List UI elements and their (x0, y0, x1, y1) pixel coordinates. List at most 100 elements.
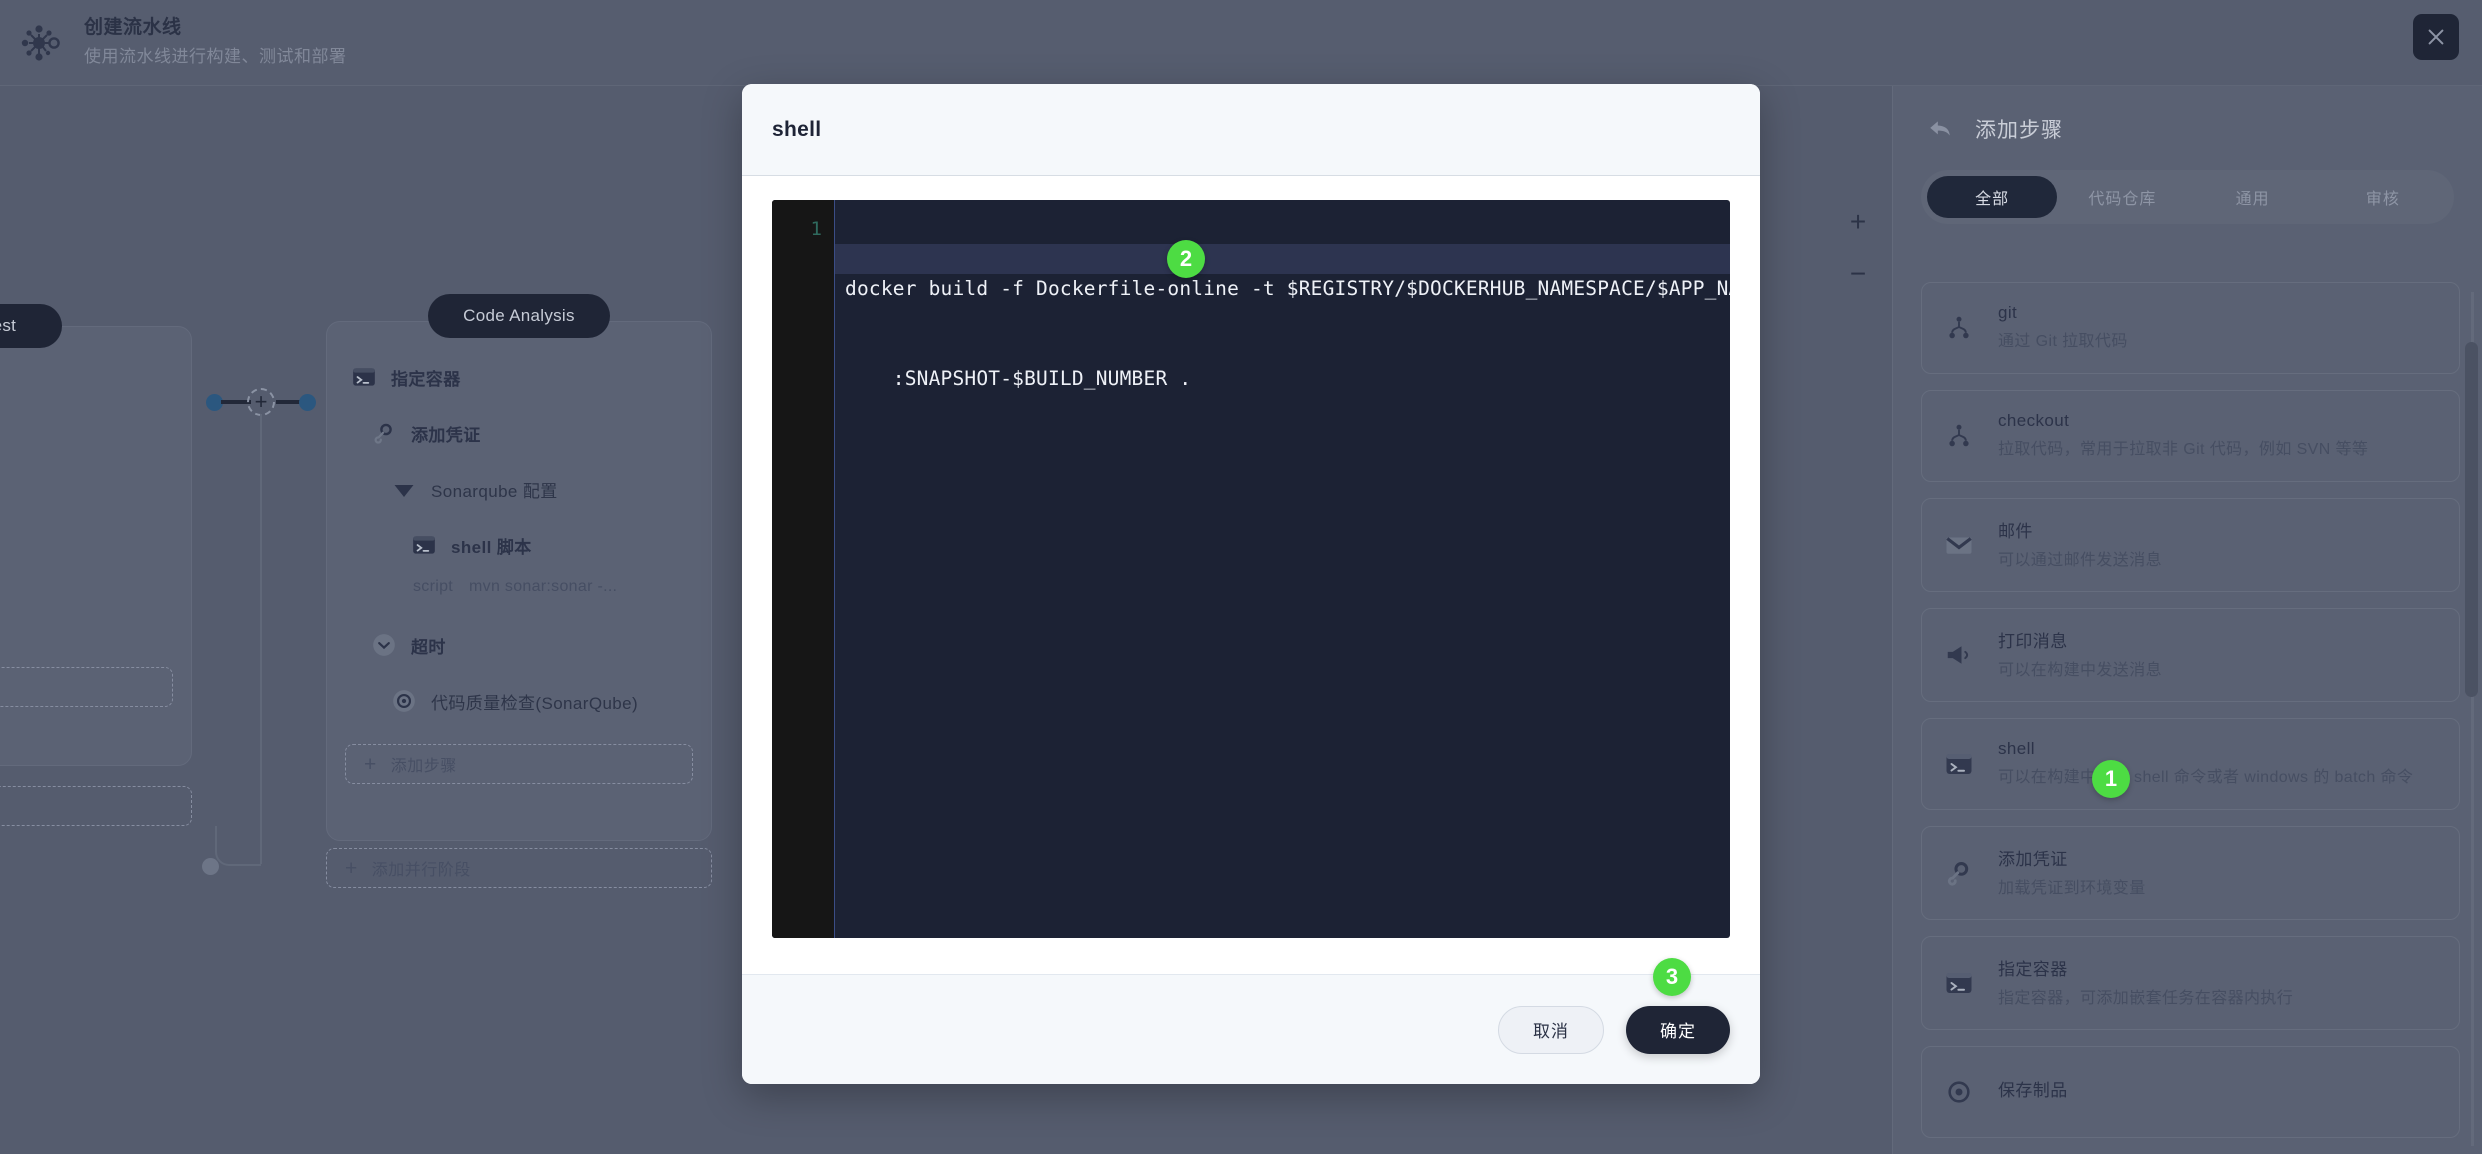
back-arrow-icon[interactable] (1927, 116, 1953, 142)
stage-script-row: script mvn sonar:sonar -... (413, 578, 693, 596)
sidebar-item-name: 保存制品 (1998, 1081, 2068, 1100)
sidebar-item-checkout[interactable]: checkout 拉取代码，常用于拉取非 Git 代码，例如 SVN 等等 (1921, 390, 2460, 482)
editor-active-line-highlight (835, 244, 1730, 274)
stage-step-label: Sonarqube 配置 (431, 481, 558, 501)
editor-code-area[interactable]: docker build -f Dockerfile-online -t $RE… (834, 200, 1730, 938)
step-badge-3: 3 (1653, 958, 1691, 996)
stage-card-test: -o -gs `pwd`/... + 添加步骤 (0, 326, 192, 766)
code-line-2: :SNAPSHOT-$BUILD_NUMBER . (845, 367, 1192, 390)
editor-gutter: 1 (772, 200, 834, 938)
tab-all[interactable]: 全部 (1927, 176, 2058, 218)
tab-general[interactable]: 通用 (2188, 176, 2318, 218)
connector-add-icon[interactable]: + (247, 388, 275, 416)
code-line-1: docker build -f Dockerfile-online -t $RE… (845, 277, 1730, 300)
sidebar-scrollbar-thumb[interactable] (2465, 342, 2478, 697)
stage-test-inner: -o -gs `pwd`/... + 添加步骤 (0, 367, 173, 747)
pipeline-node-icon (21, 24, 60, 61)
sidebar-item-name-wrap: shell (1998, 739, 2439, 759)
stage-step-container[interactable]: 指定容器 (349, 362, 693, 392)
stage-step-credential[interactable]: 添加凭证 (369, 418, 693, 448)
sidebar-item-shell[interactable]: shell 可以在构建中执行 shell 命令或者 windows 的 batc… (1921, 718, 2460, 810)
tab-repository[interactable]: 代码仓库 (2057, 176, 2187, 218)
sidebar-item-text: 指定容器 指定容器，可添加嵌套任务在容器内执行 (1998, 955, 2439, 1011)
add-parallel-stage-label: 添加并行阶段 (371, 862, 471, 879)
editor-code-content: docker build -f Dockerfile-online -t $RE… (835, 200, 1730, 454)
terminal-icon (1942, 966, 1976, 1000)
sidebar-item-name-wrap: 添加凭证 (1998, 845, 2439, 870)
add-parallel-stage-test[interactable] (0, 786, 192, 826)
stage-pill-test[interactable]: Test (0, 304, 62, 348)
stage-pill-label: Test (0, 316, 17, 335)
sidebar-tabs: 全部 代码仓库 通用 审核 (1921, 170, 2454, 224)
sidebar-item-desc: 加载凭证到环境变量 (1998, 880, 2146, 897)
stage-step-label: 添加凭证 (411, 425, 481, 445)
sidebar-item-name: 打印消息 (1998, 632, 2068, 651)
dialog-title: shell (772, 117, 822, 141)
sidebar-item-name: shell (1998, 738, 2035, 758)
key-icon (369, 418, 399, 448)
plus-icon: + (364, 752, 377, 776)
stage-step-timeout[interactable]: 超时 (369, 630, 693, 660)
terminal-icon (1942, 747, 1976, 781)
sidebar-item-desc: 通过 Git 拉取代码 (1998, 332, 2128, 350)
sidebar-item-desc: 可以通过邮件发送消息 (1998, 552, 2163, 569)
sidebar-item-specify-container[interactable]: 指定容器 指定容器，可添加嵌套任务在容器内执行 (1921, 936, 2460, 1030)
app-root: 创建流水线 使用流水线进行构建、测试和部署 + Test -o -gs `pwd… (0, 0, 2482, 1154)
sidebar-item-name: git (1998, 302, 2018, 322)
page-title: 创建流水线 (84, 17, 182, 39)
stage-ca-add-step[interactable]: + 添加步骤 (345, 744, 693, 784)
stage-ca-inner: 指定容器 添加凭证 Sonarqube 配置 shell 脚本 script m… (345, 362, 693, 822)
code-editor[interactable]: 1 docker build -f Dockerfile-online -t $… (772, 200, 1730, 938)
sidebar-item-name-wrap: git (1998, 303, 2439, 323)
stage-step-label: shell 脚本 (451, 537, 532, 557)
sidebar-item-save-artifact[interactable]: 保存制品 (1921, 1046, 2460, 1138)
sidebar-item-email[interactable]: 邮件 可以通过邮件发送消息 (1921, 498, 2460, 592)
terminal-icon (409, 530, 439, 560)
sidebar-item-desc: 可以在构建中发送消息 (1998, 662, 2163, 679)
stage-step-label: 指定容器 (391, 369, 461, 389)
close-button[interactable] (2413, 14, 2459, 60)
sidebar-item-git[interactable]: git 通过 Git 拉取代码 (1921, 282, 2460, 374)
connector-elbow (215, 826, 261, 866)
stage-step-quality-gate[interactable]: 代码质量检查(SonarQube) (389, 686, 693, 716)
sidebar-item-desc: 指定容器，可添加嵌套任务在容器内执行 (1998, 990, 2294, 1007)
step-type-list[interactable]: git 通过 Git 拉取代码 checkout 拉取代码，常用于拉取非 Git… (1921, 282, 2460, 1154)
sidebar-item-text: shell 可以在构建中执行 shell 命令或者 windows 的 batc… (1998, 739, 2439, 790)
sidebar-item-name: 指定容器 (1998, 960, 2068, 979)
terminal-icon (349, 362, 379, 392)
sidebar-item-print-message[interactable]: 打印消息 可以在构建中发送消息 (1921, 608, 2460, 702)
sidebar-item-name: checkout (1998, 410, 2070, 430)
confirm-button[interactable]: 确定 (1626, 1005, 1730, 1054)
plus-icon: + (345, 856, 358, 880)
sidebar-title: 添加步骤 (1975, 119, 2063, 142)
step-badge-1: 1 (2092, 760, 2130, 798)
sidebar-item-name: 添加凭证 (1998, 850, 2068, 869)
mail-icon (1942, 528, 1976, 562)
header-title-block: 创建流水线 使用流水线进行构建、测试和部署 (84, 15, 347, 69)
page-subtitle: 使用流水线进行构建、测试和部署 (84, 47, 347, 67)
sidebar-item-name: 邮件 (1998, 522, 2033, 541)
tab-review[interactable]: 审核 (2318, 176, 2448, 218)
sidebar-item-text: 保存制品 (1998, 1076, 2439, 1108)
sidebar-header: 添加步骤 (1893, 86, 2482, 144)
cancel-button[interactable]: 取消 (1498, 1005, 1604, 1054)
sidebar-item-name-wrap: 指定容器 (1998, 955, 2439, 980)
step-badge-2: 2 (1167, 240, 1205, 278)
radio-dot-icon (389, 686, 419, 716)
sidebar-item-add-credential[interactable]: 添加凭证 加载凭证到环境变量 (1921, 826, 2460, 920)
chevron-down-circle-icon (369, 630, 399, 660)
sidebar-item-text: checkout 拉取代码，常用于拉取非 Git 代码，例如 SVN 等等 (1998, 411, 2439, 462)
stage-step-shell[interactable]: shell 脚本 (409, 530, 693, 560)
dialog-footer: 取消 确定 (742, 974, 1760, 1084)
add-parallel-stage-button[interactable]: + 添加并行阶段 (326, 848, 712, 888)
stage-step-sonarqube[interactable]: Sonarqube 配置 (389, 474, 693, 504)
script-value: mvn sonar:sonar -... (469, 578, 618, 595)
dialog-header: shell (742, 84, 1760, 176)
stage-test-add-step[interactable]: + 添加步骤 (0, 667, 173, 707)
sidebar-item-desc: 拉取代码，常用于拉取非 Git 代码，例如 SVN 等等 (1998, 440, 2369, 458)
zoom-in-button[interactable]: + (1838, 196, 1878, 248)
stage-pill-label-2: Code Analysis (463, 306, 575, 325)
stage-pill-code-analysis[interactable]: Code Analysis (428, 294, 610, 338)
zoom-out-button[interactable]: − (1838, 248, 1878, 300)
stage-test-script: -o -gs `pwd`/... (0, 609, 173, 627)
